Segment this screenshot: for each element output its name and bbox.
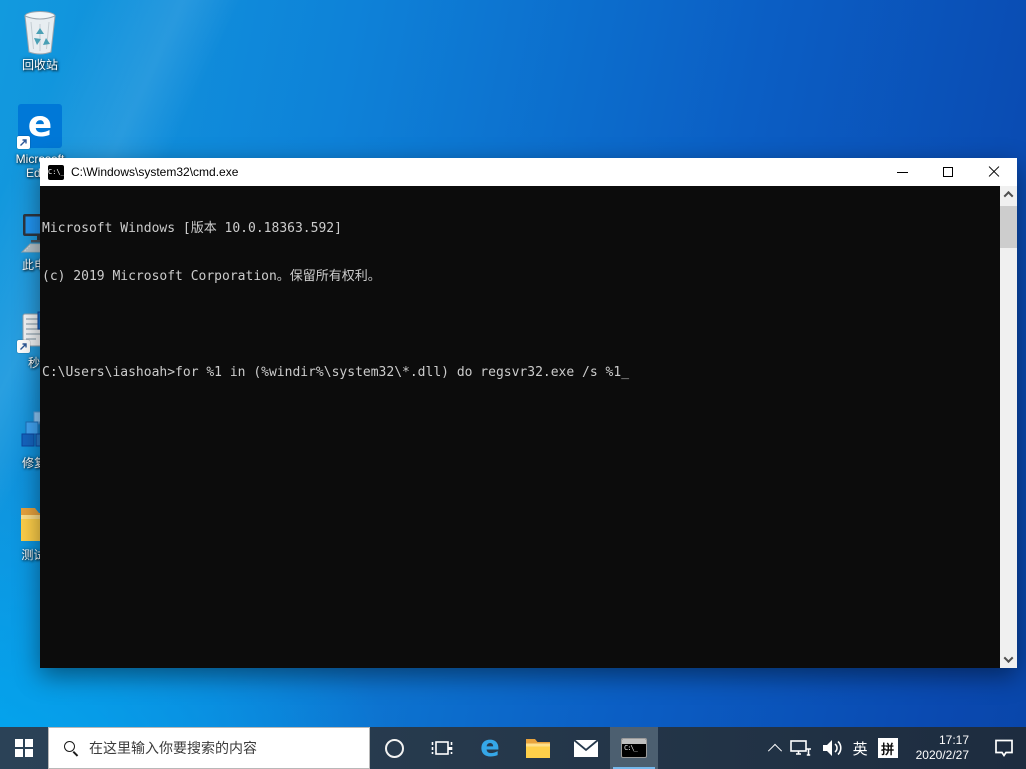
desktop-icon-recycle-bin[interactable]: 回收站 bbox=[8, 8, 72, 72]
cmd-taskbar-button[interactable]: C:\_ bbox=[610, 727, 658, 769]
tray-time: 17:17 bbox=[916, 733, 969, 748]
search-input[interactable] bbox=[89, 740, 369, 756]
shortcut-arrow-icon bbox=[17, 136, 30, 149]
terminal-scrollbar[interactable] bbox=[1000, 186, 1017, 668]
terminal-cursor: _ bbox=[621, 365, 629, 381]
action-center-icon bbox=[994, 739, 1014, 758]
cmd-icon: C:\_ bbox=[621, 738, 647, 758]
window-title: C:\Windows\system32\cmd.exe bbox=[71, 165, 879, 179]
minimize-icon bbox=[897, 172, 908, 173]
edge-icon: e bbox=[16, 102, 64, 150]
taskbar-search[interactable] bbox=[48, 727, 370, 769]
tray-chevron-icon bbox=[768, 744, 782, 758]
cmd-icon: C:\_ bbox=[48, 165, 64, 180]
tray-overflow-button[interactable] bbox=[765, 727, 785, 769]
scroll-up-icon[interactable] bbox=[1000, 186, 1017, 203]
scroll-down-icon[interactable] bbox=[1000, 651, 1017, 668]
ime-mode-button[interactable]: 拼 bbox=[873, 727, 903, 769]
system-tray: 英 拼 17:17 2020/2/27 bbox=[765, 727, 1026, 769]
terminal-line bbox=[42, 317, 997, 333]
start-icon bbox=[15, 739, 33, 757]
shortcut-arrow-icon bbox=[17, 340, 30, 353]
edge-taskbar-button[interactable]: e bbox=[466, 727, 514, 769]
terminal-command: C:\Users\iashoah>for %1 in (%windir%\sys… bbox=[42, 365, 621, 380]
task-view-icon bbox=[431, 738, 453, 758]
desktop-icon-label: 回收站 bbox=[8, 58, 72, 72]
minimize-button[interactable] bbox=[879, 158, 925, 186]
ime-language-button[interactable]: 英 bbox=[848, 727, 873, 769]
file-explorer-icon bbox=[525, 737, 551, 759]
taskbar: e C:\_ bbox=[0, 727, 1026, 769]
terminal-output: Microsoft Windows [版本 10.0.18363.592] (c… bbox=[42, 189, 997, 413]
ime-language-label: 英 bbox=[853, 738, 868, 759]
taskbar-empty-area bbox=[658, 727, 765, 769]
close-icon bbox=[988, 166, 1000, 178]
tray-date: 2020/2/27 bbox=[916, 748, 969, 763]
cmd-window: C:\_ C:\Windows\system32\cmd.exe Microso… bbox=[40, 158, 1017, 668]
network-button[interactable] bbox=[785, 727, 817, 769]
mail-icon bbox=[573, 739, 599, 758]
clock-button[interactable]: 17:17 2020/2/27 bbox=[903, 727, 982, 769]
terminal-line: Microsoft Windows [版本 10.0.18363.592] bbox=[42, 221, 997, 237]
maximize-icon bbox=[943, 167, 953, 177]
volume-icon bbox=[822, 739, 843, 757]
ime-mode-icon: 拼 bbox=[878, 738, 898, 758]
terminal-prompt-line: C:\Users\iashoah>for %1 in (%windir%\sys… bbox=[42, 365, 997, 381]
close-button[interactable] bbox=[971, 158, 1017, 186]
file-explorer-button[interactable] bbox=[514, 727, 562, 769]
scrollbar-thumb[interactable] bbox=[1000, 206, 1017, 248]
terminal-line: (c) 2019 Microsoft Corporation。保留所有权利。 bbox=[42, 269, 997, 285]
edge-icon: e bbox=[480, 732, 500, 761]
desktop: 回收站 e Microsoft Edge 此电脑 bbox=[0, 0, 1026, 769]
search-icon bbox=[63, 740, 79, 756]
volume-button[interactable] bbox=[817, 727, 848, 769]
action-center-button[interactable] bbox=[982, 727, 1026, 769]
terminal-body[interactable]: Microsoft Windows [版本 10.0.18363.592] (c… bbox=[40, 186, 1017, 668]
cortana-button[interactable] bbox=[370, 727, 418, 769]
cmd-titlebar[interactable]: C:\_ C:\Windows\system32\cmd.exe bbox=[40, 158, 1017, 186]
task-view-button[interactable] bbox=[418, 727, 466, 769]
start-button[interactable] bbox=[0, 727, 48, 769]
network-icon bbox=[790, 739, 812, 757]
maximize-button[interactable] bbox=[925, 158, 971, 186]
mail-button[interactable] bbox=[562, 727, 610, 769]
cortana-icon bbox=[385, 739, 404, 758]
recycle-bin-icon bbox=[16, 8, 64, 56]
